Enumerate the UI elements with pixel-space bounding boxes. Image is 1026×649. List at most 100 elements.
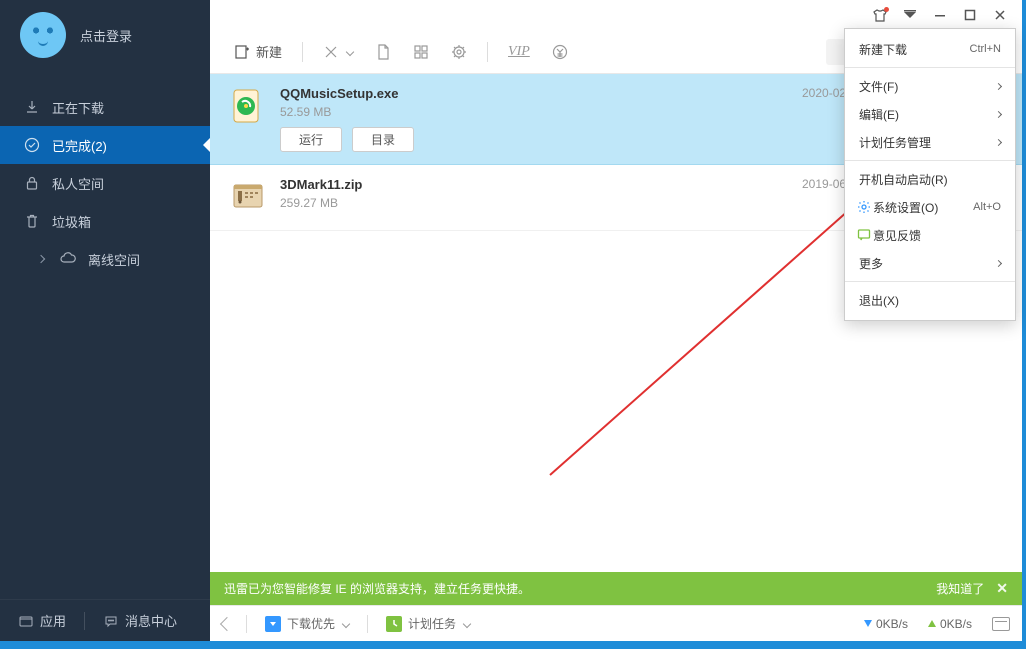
menu-separator bbox=[845, 160, 1015, 161]
banner-ok-button[interactable]: 我知道了 bbox=[936, 580, 984, 597]
sidebar-header[interactable]: 点击登录 bbox=[0, 0, 210, 70]
titlebar bbox=[210, 0, 1022, 30]
chevron-right-icon bbox=[37, 255, 45, 263]
chevron-right-icon bbox=[995, 82, 1002, 89]
chevron-right-icon bbox=[995, 110, 1002, 117]
calculator-icon[interactable] bbox=[992, 617, 1010, 631]
login-text[interactable]: 点击登录 bbox=[80, 26, 132, 45]
menu-button[interactable] bbox=[896, 3, 924, 27]
delete-button[interactable] bbox=[315, 40, 361, 64]
chevron-down-icon bbox=[342, 619, 350, 627]
priority-icon bbox=[265, 616, 281, 632]
schedule-button[interactable]: 计划任务 bbox=[382, 613, 474, 634]
skin-icon bbox=[873, 9, 887, 22]
menu-label: 退出(X) bbox=[859, 292, 1001, 309]
chat-icon bbox=[103, 613, 119, 629]
nav-offline[interactable]: 离线空间 bbox=[0, 240, 210, 278]
run-button[interactable]: 运行 bbox=[280, 127, 342, 152]
menu-feedback[interactable]: 意见反馈 bbox=[845, 221, 1015, 249]
folder-button[interactable]: 目录 bbox=[352, 127, 414, 152]
apps-icon bbox=[18, 613, 34, 629]
gear-icon bbox=[451, 44, 467, 60]
separator bbox=[367, 615, 368, 633]
footer-apps-label: 应用 bbox=[40, 611, 66, 630]
download-speed[interactable]: 0KB/s bbox=[864, 617, 908, 631]
footer-msgcenter[interactable]: 消息中心 bbox=[103, 611, 177, 630]
nav-label: 已完成(2) bbox=[52, 136, 107, 155]
menu-separator bbox=[845, 281, 1015, 282]
menu-more[interactable]: 更多 bbox=[845, 249, 1015, 277]
separator bbox=[84, 612, 85, 630]
menu-autostart[interactable]: 开机自动启动(R) bbox=[845, 165, 1015, 193]
separator bbox=[487, 42, 488, 62]
collapse-button[interactable] bbox=[220, 616, 234, 630]
statusbar: 下载优先 计划任务 0KB/s 0KB/s bbox=[210, 605, 1022, 641]
menu-settings[interactable]: 系统设置(O) Alt+O bbox=[845, 193, 1015, 221]
vip-button[interactable]: VIP bbox=[500, 40, 538, 64]
status-right: 0KB/s 0KB/s bbox=[864, 617, 1010, 631]
zip-icon bbox=[230, 179, 266, 215]
download-icon bbox=[24, 99, 40, 115]
file-button[interactable] bbox=[367, 40, 399, 64]
nav-label: 正在下载 bbox=[52, 98, 104, 117]
file-info: 3DMark11.zip 259.27 MB bbox=[280, 177, 788, 218]
menu-label: 新建下载 bbox=[859, 41, 970, 58]
nav-downloading[interactable]: 正在下载 bbox=[0, 88, 210, 126]
priority-button[interactable]: 下载优先 bbox=[261, 613, 353, 634]
up-value: 0KB/s bbox=[940, 617, 972, 631]
skin-button[interactable] bbox=[866, 3, 894, 27]
exe-icon bbox=[230, 88, 266, 124]
chevron-right-icon bbox=[995, 259, 1002, 266]
menu-edit[interactable]: 编辑(E) bbox=[845, 100, 1015, 128]
menu-shortcut: Ctrl+N bbox=[970, 43, 1001, 55]
menu-new-download[interactable]: 新建下载 Ctrl+N bbox=[845, 35, 1015, 63]
nav-private[interactable]: 私人空间 bbox=[0, 164, 210, 202]
new-label: 新建 bbox=[256, 42, 282, 61]
check-circle-icon bbox=[24, 137, 40, 153]
nav: 正在下载 已完成(2) 私人空间 垃圾箱 离线空间 bbox=[0, 70, 210, 278]
coin-button[interactable] bbox=[544, 40, 576, 64]
settings-button[interactable] bbox=[443, 40, 475, 64]
file-icon bbox=[375, 44, 391, 60]
menu-exit[interactable]: 退出(X) bbox=[845, 286, 1015, 314]
footer-msg-label: 消息中心 bbox=[125, 611, 177, 630]
delete-icon bbox=[323, 44, 339, 60]
maximize-button[interactable] bbox=[956, 3, 984, 27]
separator bbox=[302, 42, 303, 62]
file-name: QQMusicSetup.exe bbox=[280, 86, 788, 101]
cloud-icon bbox=[60, 251, 76, 267]
arrow-up-icon bbox=[928, 620, 936, 627]
menu-schedule-manage[interactable]: 计划任务管理 bbox=[845, 128, 1015, 156]
file-actions: 运行 目录 bbox=[280, 127, 788, 152]
schedule-label: 计划任务 bbox=[408, 615, 456, 632]
menu-label: 开机自动启动(R) bbox=[859, 171, 1001, 188]
new-task-button[interactable]: 新建 bbox=[226, 38, 290, 65]
upload-speed[interactable]: 0KB/s bbox=[928, 617, 972, 631]
footer-apps[interactable]: 应用 bbox=[18, 611, 66, 630]
menu-file[interactable]: 文件(F) bbox=[845, 72, 1015, 100]
nav-completed[interactable]: 已完成(2) bbox=[0, 126, 210, 164]
down-value: 0KB/s bbox=[876, 617, 908, 631]
arrow-down-icon bbox=[864, 620, 872, 627]
minimize-button[interactable] bbox=[926, 3, 954, 27]
file-size: 52.59 MB bbox=[280, 105, 788, 119]
chevron-down-icon bbox=[346, 47, 354, 55]
chevron-right-icon bbox=[995, 138, 1002, 145]
dropdown-menu: 新建下载 Ctrl+N 文件(F) 编辑(E) 计划任务管理 开机自动启动(R)… bbox=[844, 28, 1016, 321]
banner-close-button[interactable]: ✕ bbox=[996, 580, 1008, 597]
nav-label: 离线空间 bbox=[88, 250, 140, 269]
separator bbox=[246, 615, 247, 633]
file-name: 3DMark11.zip bbox=[280, 177, 788, 192]
gear-icon bbox=[857, 200, 871, 214]
chevron-down-icon bbox=[463, 619, 471, 627]
close-button[interactable] bbox=[986, 3, 1014, 27]
new-icon bbox=[234, 44, 250, 60]
banner-text: 迅雷已为您智能修复 IE 的浏览器支持，建立任务更快捷。 bbox=[224, 580, 936, 597]
menu-label: 意见反馈 bbox=[873, 227, 1001, 244]
grid-button[interactable] bbox=[405, 40, 437, 64]
sidebar-footer: 应用 消息中心 bbox=[0, 599, 210, 641]
avatar[interactable] bbox=[20, 12, 66, 58]
nav-trash[interactable]: 垃圾箱 bbox=[0, 202, 210, 240]
banner: 迅雷已为您智能修复 IE 的浏览器支持，建立任务更快捷。 我知道了 ✕ bbox=[210, 572, 1022, 605]
menu-label: 更多 bbox=[859, 255, 996, 272]
